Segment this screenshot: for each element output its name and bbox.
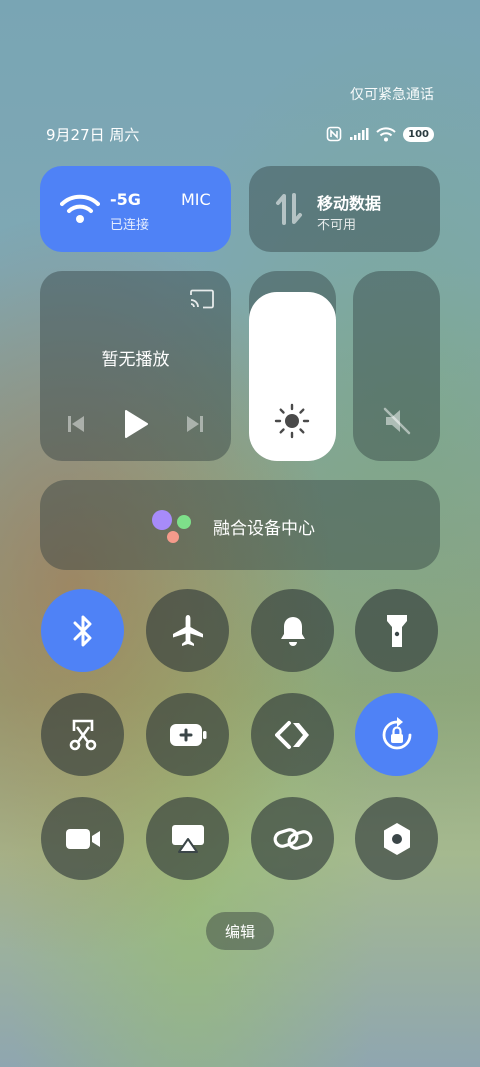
settings-hex-icon [383,822,410,855]
screen-recorder-toggle[interactable] [41,797,124,880]
play-icon[interactable] [123,409,149,439]
screenshot-toggle[interactable] [41,693,124,776]
mobile-data-title: 移动数据 [317,194,382,213]
rotation-lock-icon [382,716,411,749]
flashlight-icon [386,614,407,647]
wifi-network-name: -5G [110,190,141,209]
emergency-call-only-label: 仅可紧急通话 [350,87,434,103]
link-icon [273,827,312,850]
wifi-network-name-scroll: MIC [181,190,211,209]
mobile-data-tile[interactable]: 移动数据 不可用 [249,166,440,252]
nearby-share-toggle[interactable] [251,693,334,776]
rotation-lock-toggle[interactable] [355,693,438,776]
cast-icon[interactable] [189,289,215,309]
wifi-icon [60,194,100,223]
signal-icon [350,128,369,140]
nearby-share-icon [274,720,309,749]
settings-toggle[interactable] [355,797,438,880]
device-hub-tile[interactable]: 融合设备中心 [40,480,440,570]
airplane-mode-toggle[interactable] [146,589,229,672]
ringer-toggle[interactable] [251,589,334,672]
bluetooth-icon [73,615,91,646]
brightness-slider[interactable] [249,271,336,461]
mobile-data-icon [276,193,302,225]
volume-slider[interactable] [353,271,440,461]
flashlight-toggle[interactable] [355,589,438,672]
wifi-status-icon [376,127,396,142]
link-toggle[interactable] [251,797,334,880]
device-hub-title: 融合设备中心 [213,519,315,539]
airplane-icon [172,614,203,646]
screen-cast-toggle[interactable] [146,797,229,880]
bell-icon [280,616,305,646]
media-player-tile[interactable]: 暂无播放 [40,271,231,461]
battery-saver-toggle[interactable] [146,693,229,776]
next-track-icon[interactable] [185,414,205,434]
mobile-data-status: 不可用 [317,218,357,233]
wifi-tile[interactable]: -5G MIC 已连接 [40,166,231,252]
battery-saver-icon [169,723,206,746]
status-bar: 9月27日 周六 100 [46,124,434,144]
battery-indicator: 100 [403,126,434,142]
status-icons: 100 [326,126,434,142]
screen-cast-icon [171,824,204,853]
brightness-sun-icon [274,403,310,439]
nfc-icon [326,126,342,142]
media-title: 暂无播放 [101,350,170,370]
edit-button[interactable]: 编辑 [206,912,274,950]
bluetooth-toggle[interactable] [41,589,124,672]
date-label: 9月27日 周六 [46,125,140,144]
screenshot-scissors-icon [69,719,96,750]
volume-muted-icon [383,407,411,435]
previous-track-icon[interactable] [66,414,86,434]
device-hub-icon [152,510,192,544]
wifi-status: 已连接 [110,218,150,233]
video-camera-icon [65,828,100,849]
